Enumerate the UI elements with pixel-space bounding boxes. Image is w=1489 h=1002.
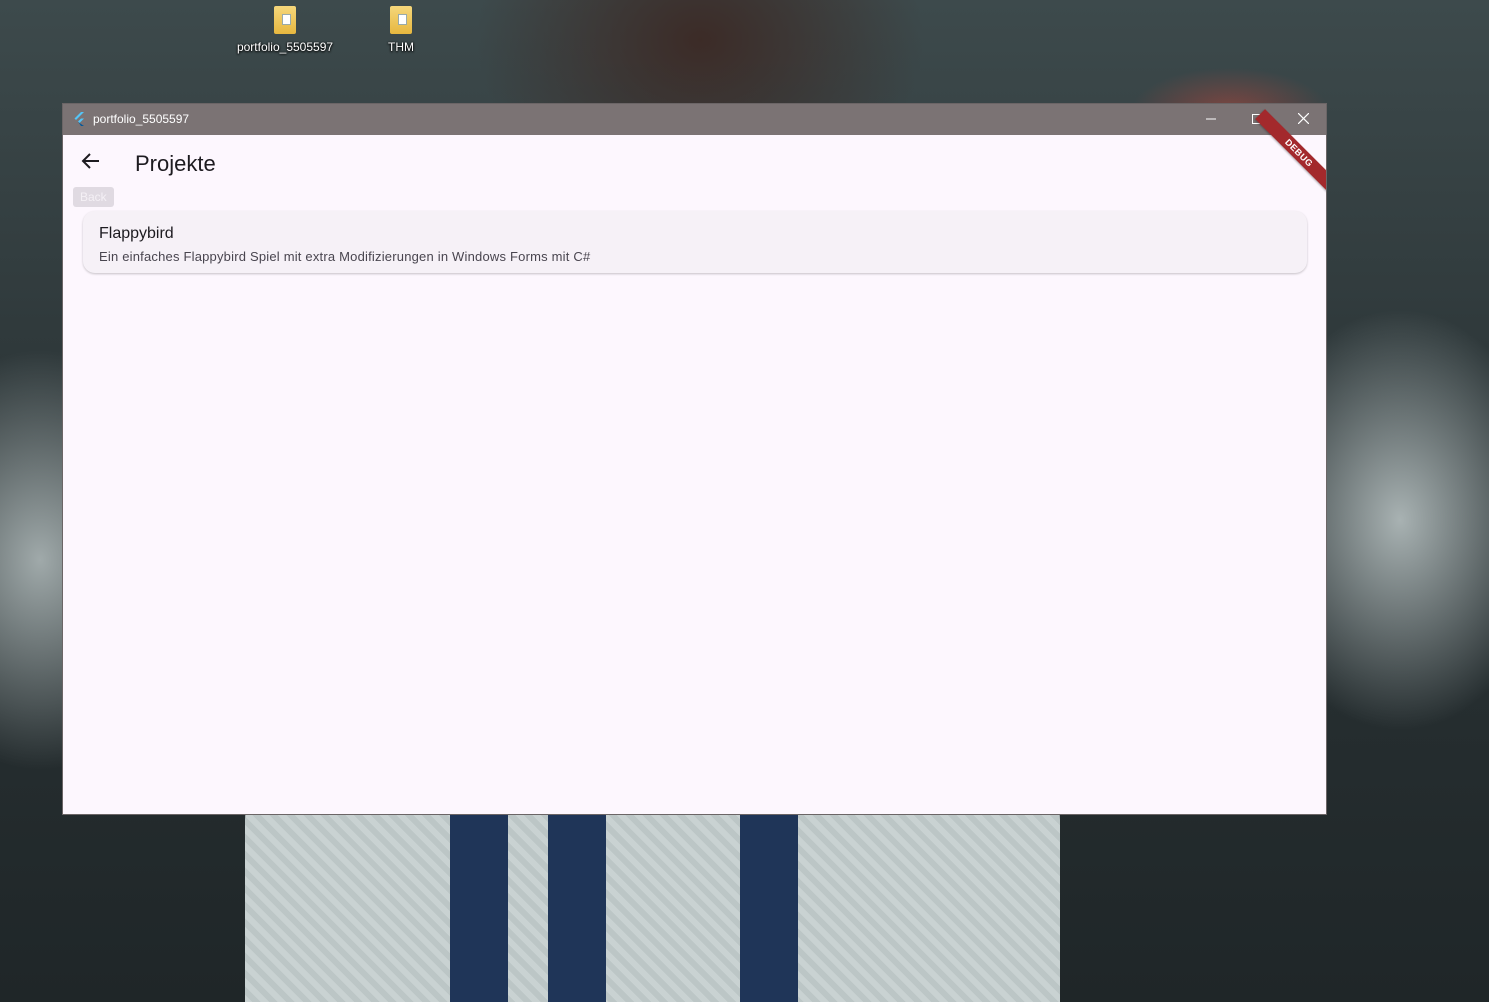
desktop-icon-thm[interactable]: THM: [351, 6, 451, 54]
desktop-icon-portfolio[interactable]: portfolio_5505597: [235, 6, 335, 54]
close-icon: [1297, 111, 1309, 129]
app-window: portfolio_5505597 Projekte Back Flappybi…: [62, 103, 1327, 815]
arrow-back-icon: [81, 151, 101, 176]
folder-icon: [274, 6, 296, 34]
window-titlebar[interactable]: portfolio_5505597: [63, 104, 1326, 135]
project-description: Ein einfaches Flappybird Spiel mit extra…: [99, 249, 591, 264]
folder-icon: [390, 6, 412, 34]
window-title: portfolio_5505597: [93, 112, 190, 126]
flutter-icon: [72, 111, 88, 127]
project-card[interactable]: Flappybird Ein einfaches Flappybird Spie…: [83, 211, 1307, 273]
minimize-icon: [1206, 111, 1216, 129]
project-title: Flappybird: [99, 225, 174, 242]
back-tooltip: Back: [73, 187, 114, 207]
minimize-button[interactable]: [1188, 104, 1234, 135]
desktop-icon-label: portfolio_5505597: [236, 40, 334, 54]
page-title: Projekte: [135, 151, 216, 176]
back-button[interactable]: [75, 147, 107, 179]
desktop-icon-label: THM: [388, 40, 414, 54]
app-bar: Projekte: [63, 135, 1326, 191]
